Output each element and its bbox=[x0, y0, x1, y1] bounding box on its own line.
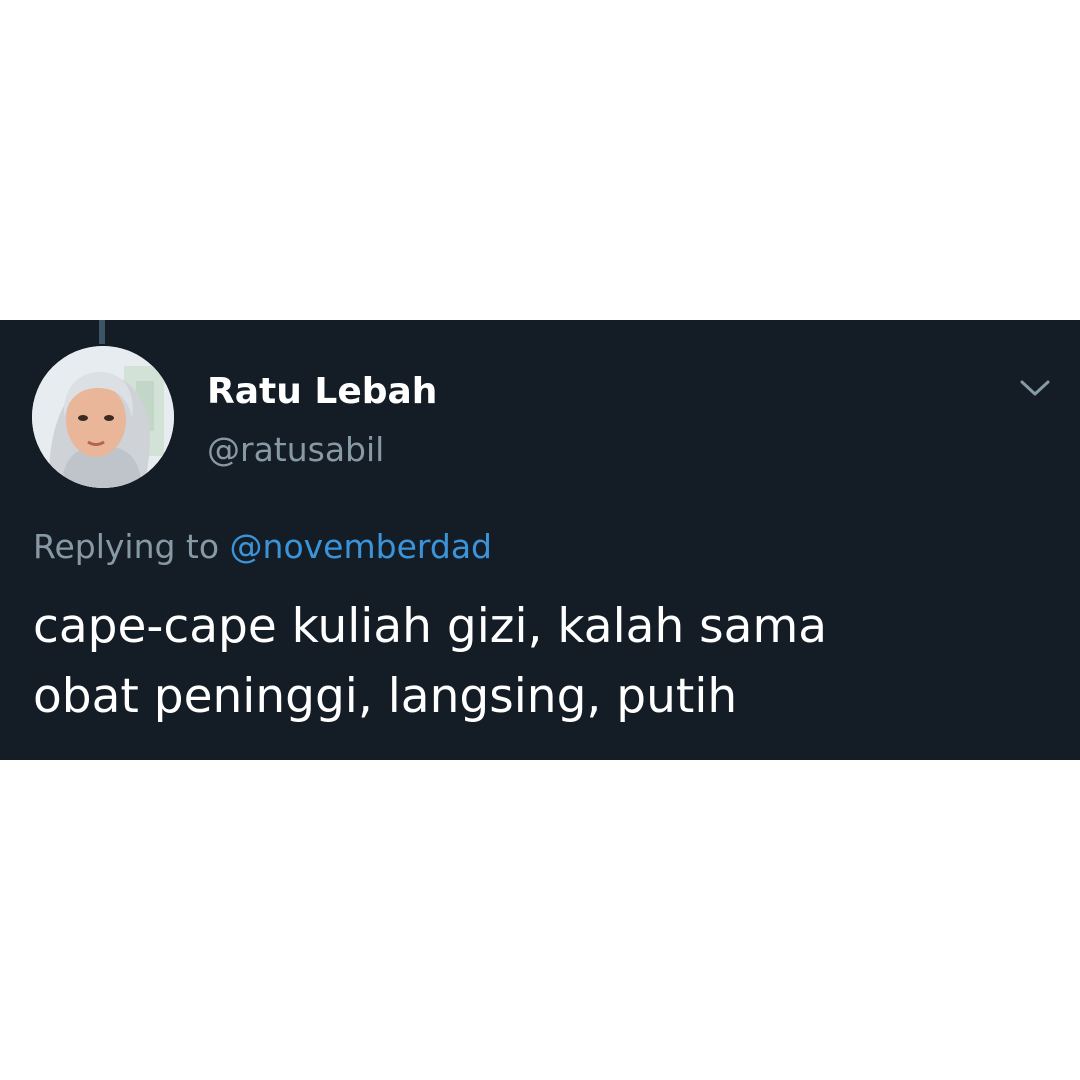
replying-to-mention-link[interactable]: @novemberdad bbox=[230, 527, 492, 566]
tweet-card[interactable]: Ratu Lebah @ratusabil Replying to @novem… bbox=[0, 320, 1080, 760]
avatar[interactable] bbox=[32, 346, 174, 488]
tweet-text: cape-cape kuliah gizi, kalah sama obat p… bbox=[33, 592, 1053, 732]
screenshot-canvas: Ratu Lebah @ratusabil Replying to @novem… bbox=[0, 0, 1080, 1080]
avatar-photo bbox=[32, 346, 174, 488]
tweet-menu-button[interactable] bbox=[1012, 368, 1058, 408]
replying-to-line: Replying to @novemberdad bbox=[33, 525, 492, 569]
replying-to-label: Replying to bbox=[33, 527, 220, 566]
thread-connector-line bbox=[99, 320, 105, 344]
user-handle[interactable]: @ratusabil bbox=[207, 428, 384, 472]
display-name[interactable]: Ratu Lebah bbox=[207, 370, 437, 414]
chevron-down-icon bbox=[1020, 380, 1050, 396]
tweet-text-line: obat peninggi, langsing, putih bbox=[33, 669, 738, 724]
tweet-text-line: cape-cape kuliah gizi, kalah sama bbox=[33, 599, 828, 654]
